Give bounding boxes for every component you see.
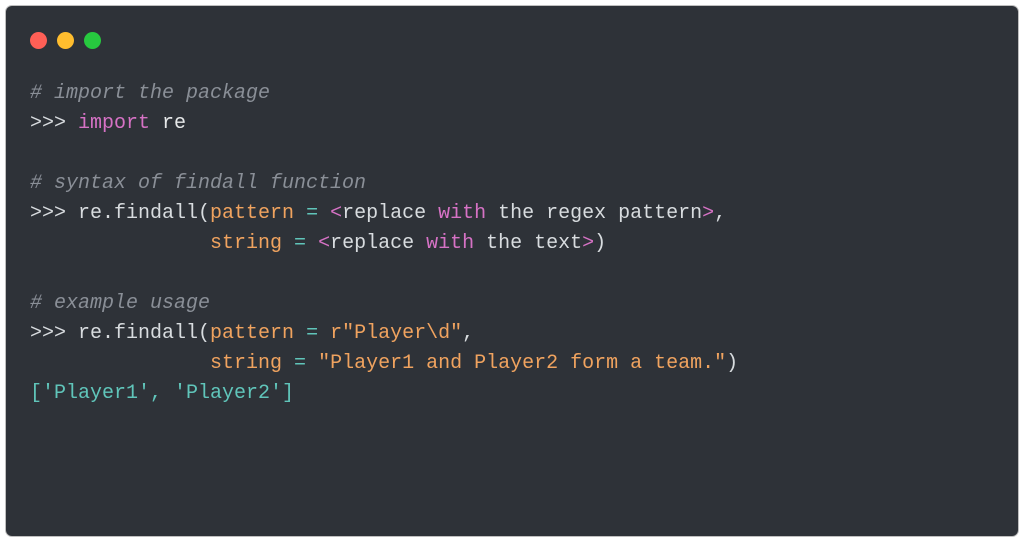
comment-line: # import the package (30, 82, 270, 105)
code-area: # import the package >>> import re # synta… (30, 79, 994, 409)
equals-operator: = (282, 232, 318, 255)
placeholder-text: replace (330, 232, 426, 255)
indent (30, 232, 210, 255)
param-name: string (210, 352, 282, 375)
module-name: re (150, 112, 186, 135)
comma: , (714, 202, 726, 225)
close-paren: ) (726, 352, 738, 375)
angle-bracket: > (582, 232, 594, 255)
repl-prompt: >>> (30, 202, 78, 225)
maximize-icon[interactable] (84, 32, 101, 49)
equals-operator: = (294, 322, 330, 345)
placeholder-text: replace (342, 202, 438, 225)
equals-operator: = (282, 352, 318, 375)
placeholder-text: the regex pattern (486, 202, 702, 225)
repl-prompt: >>> (30, 112, 78, 135)
terminal-window: # import the package >>> import re # synta… (6, 6, 1018, 536)
close-icon[interactable] (30, 32, 47, 49)
param-name: pattern (210, 322, 294, 345)
param-name: pattern (210, 202, 294, 225)
placeholder-text: the text (474, 232, 582, 255)
angle-bracket: < (318, 232, 330, 255)
comment-line: # example usage (30, 292, 210, 315)
string-literal: "Player1 and Player2 form a team." (318, 352, 726, 375)
function-call: re.findall( (78, 322, 210, 345)
comment-line: # syntax of findall function (30, 172, 366, 195)
comma: , (462, 322, 474, 345)
minimize-icon[interactable] (57, 32, 74, 49)
function-call: re.findall( (78, 202, 210, 225)
repl-output: ['Player1', 'Player2'] (30, 382, 294, 405)
import-keyword: import (78, 112, 150, 135)
equals-operator: = (294, 202, 330, 225)
angle-bracket: > (702, 202, 714, 225)
traffic-lights (30, 32, 994, 49)
indent (30, 352, 210, 375)
angle-bracket: < (330, 202, 342, 225)
close-paren: ) (594, 232, 606, 255)
with-keyword: with (438, 202, 486, 225)
param-name: string (210, 232, 282, 255)
string-literal: r"Player\d" (330, 322, 462, 345)
with-keyword: with (426, 232, 474, 255)
repl-prompt: >>> (30, 322, 78, 345)
